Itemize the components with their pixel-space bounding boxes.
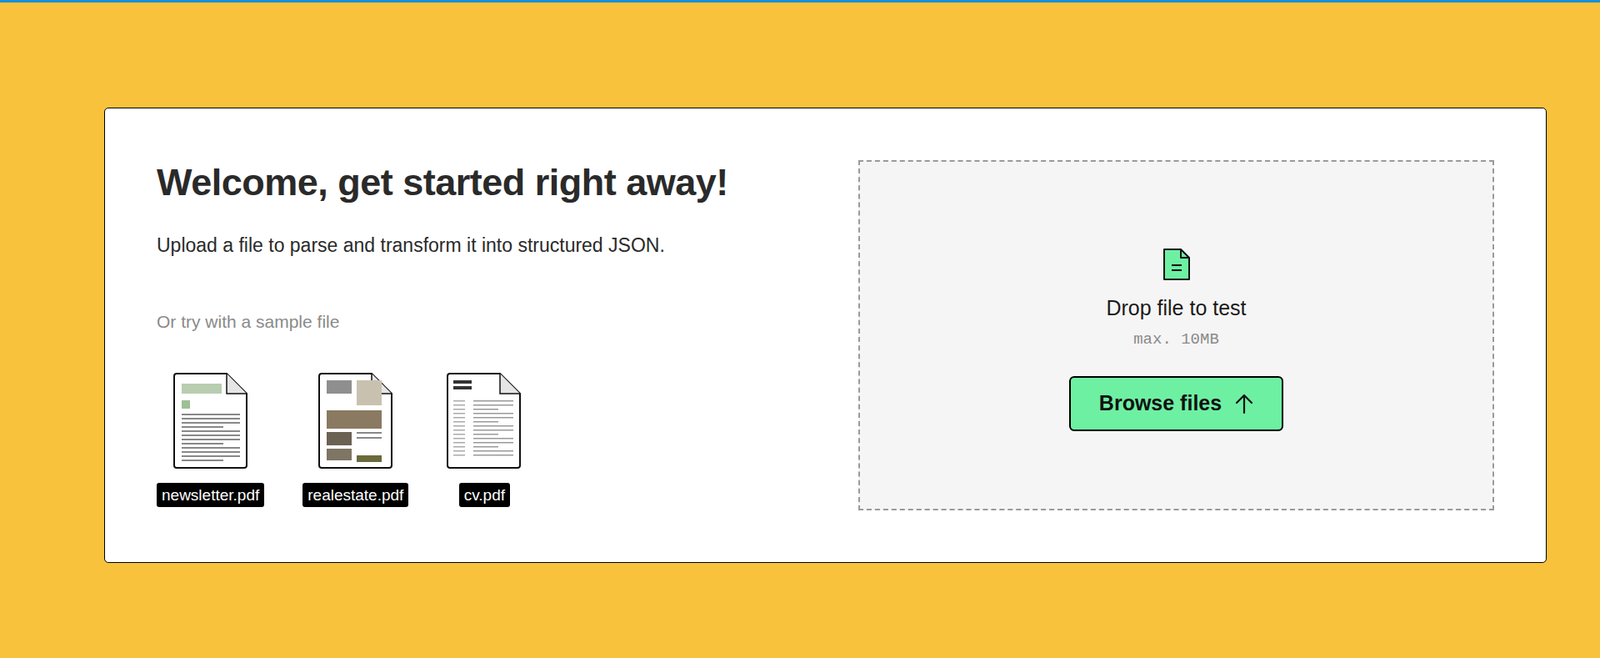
samples-label: Or try with a sample file xyxy=(156,310,779,334)
sample-file-name[interactable]: cv.pdf xyxy=(459,482,510,507)
sample-file[interactable]: realestate.pdf xyxy=(302,371,409,507)
sample-files: newsletter.pdf realestate.pdf cv.pdf xyxy=(156,371,779,507)
pdf-thumbnail-icon[interactable] xyxy=(173,371,249,470)
welcome-title: Welcome, get started right away! xyxy=(156,160,779,205)
arrow-up-icon xyxy=(1235,392,1254,415)
welcome-card: Welcome, get started right away! Upload a… xyxy=(104,107,1547,563)
browse-files-button[interactable]: Browse files xyxy=(1069,375,1284,431)
size-limit: max. 10MB xyxy=(1133,329,1220,350)
pdf-thumbnail-icon[interactable] xyxy=(446,371,522,470)
sample-file[interactable]: cv.pdf xyxy=(446,371,522,507)
dropzone-title: Drop file to test xyxy=(1105,294,1246,321)
page: Welcome, get started right away! Upload a… xyxy=(0,0,1600,658)
sample-file-name[interactable]: newsletter.pdf xyxy=(156,482,265,507)
dropzone[interactable]: Drop file to test max. 10MB Browse files xyxy=(858,160,1495,510)
welcome-subtitle: Upload a file to parse and transform it … xyxy=(156,233,779,257)
browse-files-label[interactable]: Browse files xyxy=(1099,387,1222,420)
intro-panel: Welcome, get started right away! Upload a… xyxy=(156,160,779,510)
sample-file[interactable]: newsletter.pdf xyxy=(156,371,265,507)
pdf-thumbnail-icon[interactable] xyxy=(318,371,394,470)
sample-file-name[interactable]: realestate.pdf xyxy=(302,482,409,507)
file-icon xyxy=(1162,247,1191,281)
